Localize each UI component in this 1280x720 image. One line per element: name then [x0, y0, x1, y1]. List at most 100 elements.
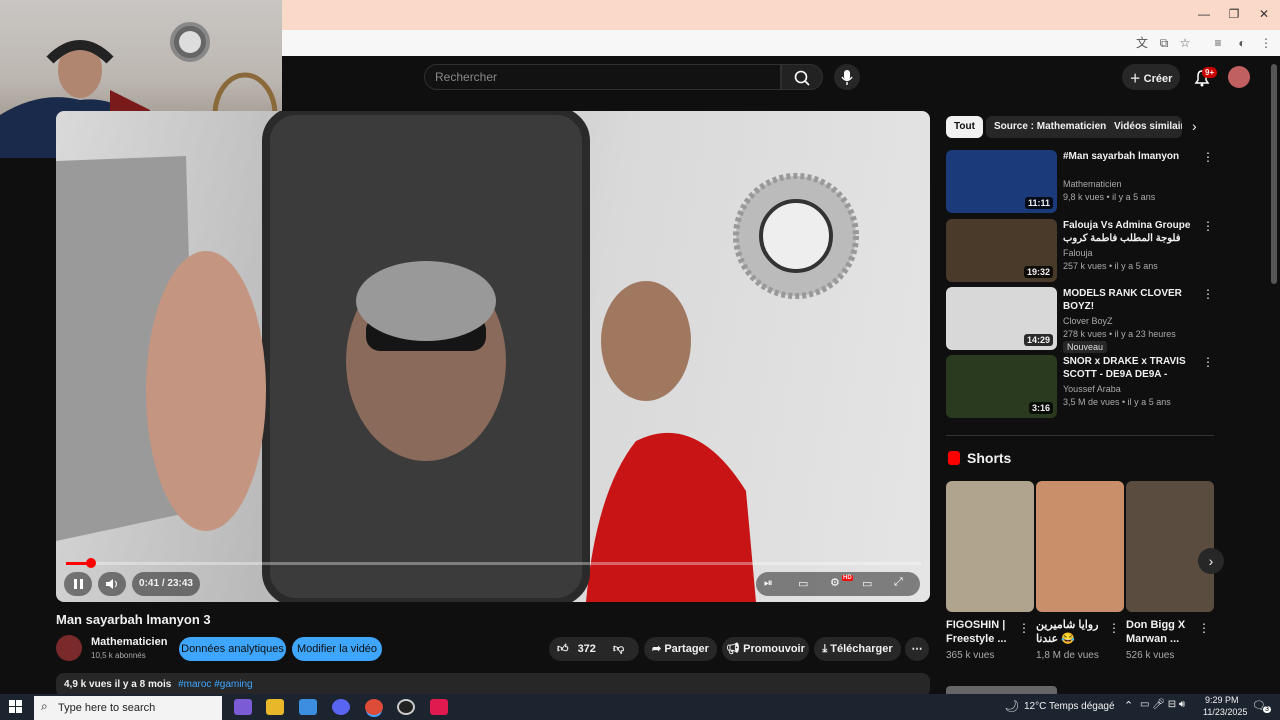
- discord-icon[interactable]: [332, 699, 350, 715]
- chip-source[interactable]: Source : Mathematicien: [986, 116, 1115, 138]
- maximize-button[interactable]: ❐: [1224, 6, 1244, 22]
- create-button[interactable]: ＋ Créer: [1122, 64, 1180, 90]
- chrome-icon[interactable]: [365, 699, 383, 715]
- autoplay-toggle-icon[interactable]: ⏯: [764, 577, 773, 590]
- minimize-button[interactable]: —: [1194, 6, 1214, 22]
- browser-tab-bar: — ❐ ✕: [282, 0, 1280, 30]
- more-options-icon[interactable]: ⋮: [1018, 621, 1030, 635]
- more-options-icon[interactable]: ⋮: [1198, 621, 1210, 635]
- new-badge: Nouveau: [1063, 341, 1108, 353]
- video-thumbnail[interactable]: 19:32: [946, 219, 1057, 282]
- account-avatar[interactable]: [1228, 66, 1250, 88]
- tray-chevron-icon[interactable]: ⌃: [1124, 699, 1133, 712]
- recommended-channel[interactable]: Mathematicien: [1063, 179, 1122, 189]
- more-actions-button[interactable]: ⋯: [905, 637, 929, 661]
- like-icon[interactable]: 👍︎: [557, 643, 569, 655]
- chip-all[interactable]: Tout: [946, 116, 983, 138]
- recommended-channel[interactable]: Clover BoyZ: [1063, 316, 1113, 326]
- search-input[interactable]: Rechercher: [424, 64, 781, 90]
- windows-start-icon[interactable]: [9, 700, 23, 714]
- bookmark-star-icon[interactable]: ☆: [1177, 35, 1193, 51]
- video-title: Man sayarbah lmanyon 3: [56, 612, 211, 627]
- video-thumbnail[interactable]: 3:16: [946, 355, 1057, 418]
- short-thumbnail[interactable]: [1036, 481, 1124, 612]
- pause-icon: [74, 579, 83, 589]
- microphone-icon: [841, 70, 853, 85]
- taskbar-date[interactable]: 11/23/2025: [1203, 707, 1247, 717]
- theater-mode-icon[interactable]: ▭: [862, 577, 872, 590]
- shorts-heading: Shorts: [967, 450, 1012, 466]
- player-right-controls: ⏯ ▭ ⚙ HD ▭ ⤢: [756, 572, 920, 596]
- shorts-next-button[interactable]: ›: [1198, 548, 1224, 574]
- chevron-right-icon[interactable]: ›: [1192, 118, 1197, 134]
- progress-track[interactable]: [66, 562, 921, 565]
- megaphone-icon: 📢︎: [726, 643, 744, 655]
- fullscreen-icon[interactable]: ⤢: [894, 576, 903, 589]
- address-bar[interactable]: [282, 30, 1280, 56]
- more-options-icon[interactable]: ⋮: [1202, 150, 1214, 164]
- weather-text[interactable]: 12°C Temps dégagé: [1024, 701, 1115, 712]
- short-title[interactable]: FIGOSHIN | Freestyle ...: [946, 618, 1024, 646]
- channel-avatar[interactable]: [56, 635, 82, 661]
- recommended-title[interactable]: SNOR x DRAKE x TRAVIS SCOTT - DE9A DE9A …: [1063, 355, 1203, 381]
- subtitles-icon[interactable]: ▭: [798, 577, 808, 590]
- short-views: 1,8 M de vues: [1036, 650, 1099, 661]
- profile-icon[interactable]: ◐: [1234, 35, 1250, 51]
- recommended-title[interactable]: Falouja Vs Admina Groupe فلوجة المطلب فا…: [1063, 219, 1203, 245]
- browser-menu-icon[interactable]: ⋮: [1258, 35, 1274, 51]
- video-thumbnail[interactable]: 11:11: [946, 150, 1057, 213]
- file-explorer-icon[interactable]: [266, 699, 284, 715]
- media-controls-icon[interactable]: ≡: [1210, 35, 1226, 51]
- settings-gear-icon[interactable]: ⚙: [830, 576, 840, 589]
- description-tags[interactable]: #maroc #gaming: [178, 679, 252, 690]
- analytics-button[interactable]: Données analytiques: [179, 637, 286, 661]
- short-thumbnail[interactable]: [946, 481, 1034, 612]
- video-thumbnail[interactable]: 14:29: [946, 287, 1057, 350]
- download-button[interactable]: ⤓ Télécharger: [814, 637, 901, 661]
- app-icon[interactable]: [430, 699, 448, 715]
- translate-icon[interactable]: 文: [1134, 35, 1150, 51]
- short-title[interactable]: روايا شاميرين عندنا 😂: [1036, 618, 1114, 646]
- video-player[interactable]: 0:41 / 23:43 ⏯ ▭ ⚙ HD ▭ ⤢: [56, 111, 930, 602]
- recommended-title[interactable]: MODELS RANK CLOVER BOYZ!: [1063, 287, 1203, 313]
- dislike-icon[interactable]: 👎︎: [613, 643, 624, 655]
- like-count[interactable]: 372: [578, 643, 596, 655]
- page-scrollbar[interactable]: [1271, 64, 1277, 284]
- more-options-icon[interactable]: ⋮: [1108, 621, 1120, 635]
- chip-similar[interactable]: Vidéos similaires: [1106, 116, 1182, 138]
- recommended-channel[interactable]: Falouja: [1063, 248, 1093, 258]
- divider: [946, 435, 1214, 436]
- taskbar-time[interactable]: 9:29 PM: [1205, 695, 1239, 705]
- copilot-icon[interactable]: [234, 699, 252, 715]
- short-views: 365 k vues: [946, 650, 995, 661]
- recommended-video[interactable]: 19:32 Falouja Vs Admina Groupe فلوجة الم…: [946, 219, 1216, 283]
- recommended-title[interactable]: #Man sayarbah lmanyon: [1063, 150, 1203, 163]
- search-button[interactable]: [781, 64, 823, 90]
- more-options-icon[interactable]: ⋮: [1202, 287, 1214, 301]
- channel-name[interactable]: Mathematicien: [91, 636, 167, 648]
- recommended-video[interactable]: 3:16 SNOR x DRAKE x TRAVIS SCOTT - DE9A …: [946, 355, 1216, 419]
- short-title[interactable]: Don Bigg X Marwan ...: [1126, 618, 1204, 646]
- taskbar-search-input[interactable]: Type here to search: [34, 696, 222, 720]
- more-options-icon[interactable]: ⋮: [1202, 219, 1214, 233]
- obs-icon[interactable]: [397, 699, 415, 715]
- promote-button[interactable]: 📢︎ Promouvoir: [722, 637, 809, 661]
- pause-button[interactable]: [64, 572, 92, 596]
- progress-scrubber[interactable]: [85, 558, 96, 568]
- store-icon[interactable]: [299, 699, 317, 715]
- recommended-video[interactable]: 11:11 #Man sayarbah lmanyon Mathematicie…: [946, 150, 1216, 214]
- weather-moon-icon: 🌙︎: [1004, 699, 1020, 713]
- edit-video-button[interactable]: Modifier la vidéo: [292, 637, 382, 661]
- download-label: Télécharger: [830, 643, 893, 655]
- voice-search-button[interactable]: [834, 64, 860, 90]
- volume-button[interactable]: [98, 572, 126, 596]
- install-app-icon[interactable]: ⧉: [1156, 35, 1172, 51]
- recommended-channel[interactable]: Youssef Araba: [1063, 384, 1121, 394]
- more-options-icon[interactable]: ⋮: [1202, 355, 1214, 369]
- tray-icons[interactable]: ▭ 🎤︎ ⊟ 🔊︎: [1140, 699, 1185, 710]
- recommended-video[interactable]: 14:29 MODELS RANK CLOVER BOYZ! Clover Bo…: [946, 287, 1216, 353]
- close-window-button[interactable]: ✕: [1254, 6, 1274, 22]
- share-button[interactable]: ➦ Partager: [644, 637, 717, 661]
- short-thumbnail[interactable]: [1126, 481, 1214, 612]
- next-item-thumbnail[interactable]: [946, 686, 1057, 694]
